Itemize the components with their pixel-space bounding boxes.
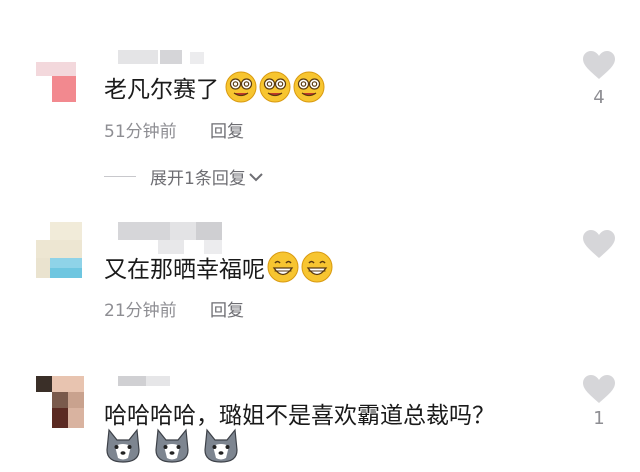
comment-text-content: 哈哈哈哈，璐姐不是喜欢霸道总裁吗？ <box>104 403 495 429</box>
divider <box>104 176 136 177</box>
comment-text-content: 老凡尔赛了 <box>104 77 219 103</box>
avatar[interactable] <box>36 222 82 278</box>
expand-replies-button[interactable]: 展开1条回复 <box>104 164 264 189</box>
husky-emoji-icon <box>155 428 189 463</box>
heart-icon[interactable] <box>582 374 616 404</box>
chevron-down-icon <box>249 172 263 181</box>
heart-icon[interactable] <box>582 50 616 80</box>
reply-button[interactable]: 回复 <box>210 122 244 142</box>
husky-emoji-icon <box>204 428 238 463</box>
username-redacted[interactable] <box>118 376 178 390</box>
avatar[interactable] <box>36 376 84 428</box>
husky-emoji-icon <box>106 428 140 463</box>
comment-time: 51分钟前 <box>104 122 177 142</box>
dizzy-smile-emoji-icon <box>293 71 325 103</box>
avatar[interactable] <box>36 62 76 102</box>
comment-text: 又在那晒幸福呢 <box>104 250 333 284</box>
emoji-row <box>104 428 246 468</box>
comment-item: 又在那晒幸福呢 21分钟前 回复 <box>0 200 640 350</box>
heart-icon[interactable] <box>582 229 616 259</box>
comment-meta: 21分钟前 回复 <box>104 296 244 321</box>
reply-button[interactable]: 回复 <box>210 301 244 321</box>
dizzy-smile-emoji-icon <box>225 71 257 103</box>
comment-meta: 51分钟前 回复 <box>104 117 244 142</box>
dizzy-smile-emoji-icon <box>259 71 291 103</box>
expand-replies-label: 展开1条回复 <box>150 169 246 189</box>
comment-text: 老凡尔赛了 <box>104 70 325 104</box>
comment-item: 老凡尔赛了 51分钟前 回复 4 展开1条回复 <box>0 0 640 200</box>
comment-text-content: 又在那晒幸福呢 <box>104 257 265 283</box>
grin-emoji-icon <box>267 251 299 283</box>
like-count: 1 <box>593 408 605 429</box>
like-count: 4 <box>593 87 605 108</box>
grin-emoji-icon <box>301 251 333 283</box>
username-redacted[interactable] <box>118 50 210 64</box>
comment-text: 哈哈哈哈，璐姐不是喜欢霸道总裁吗？ <box>104 396 495 430</box>
comment-item: 哈哈哈哈，璐姐不是喜欢霸道总裁吗？ 1 <box>0 350 640 472</box>
comment-time: 21分钟前 <box>104 301 177 321</box>
